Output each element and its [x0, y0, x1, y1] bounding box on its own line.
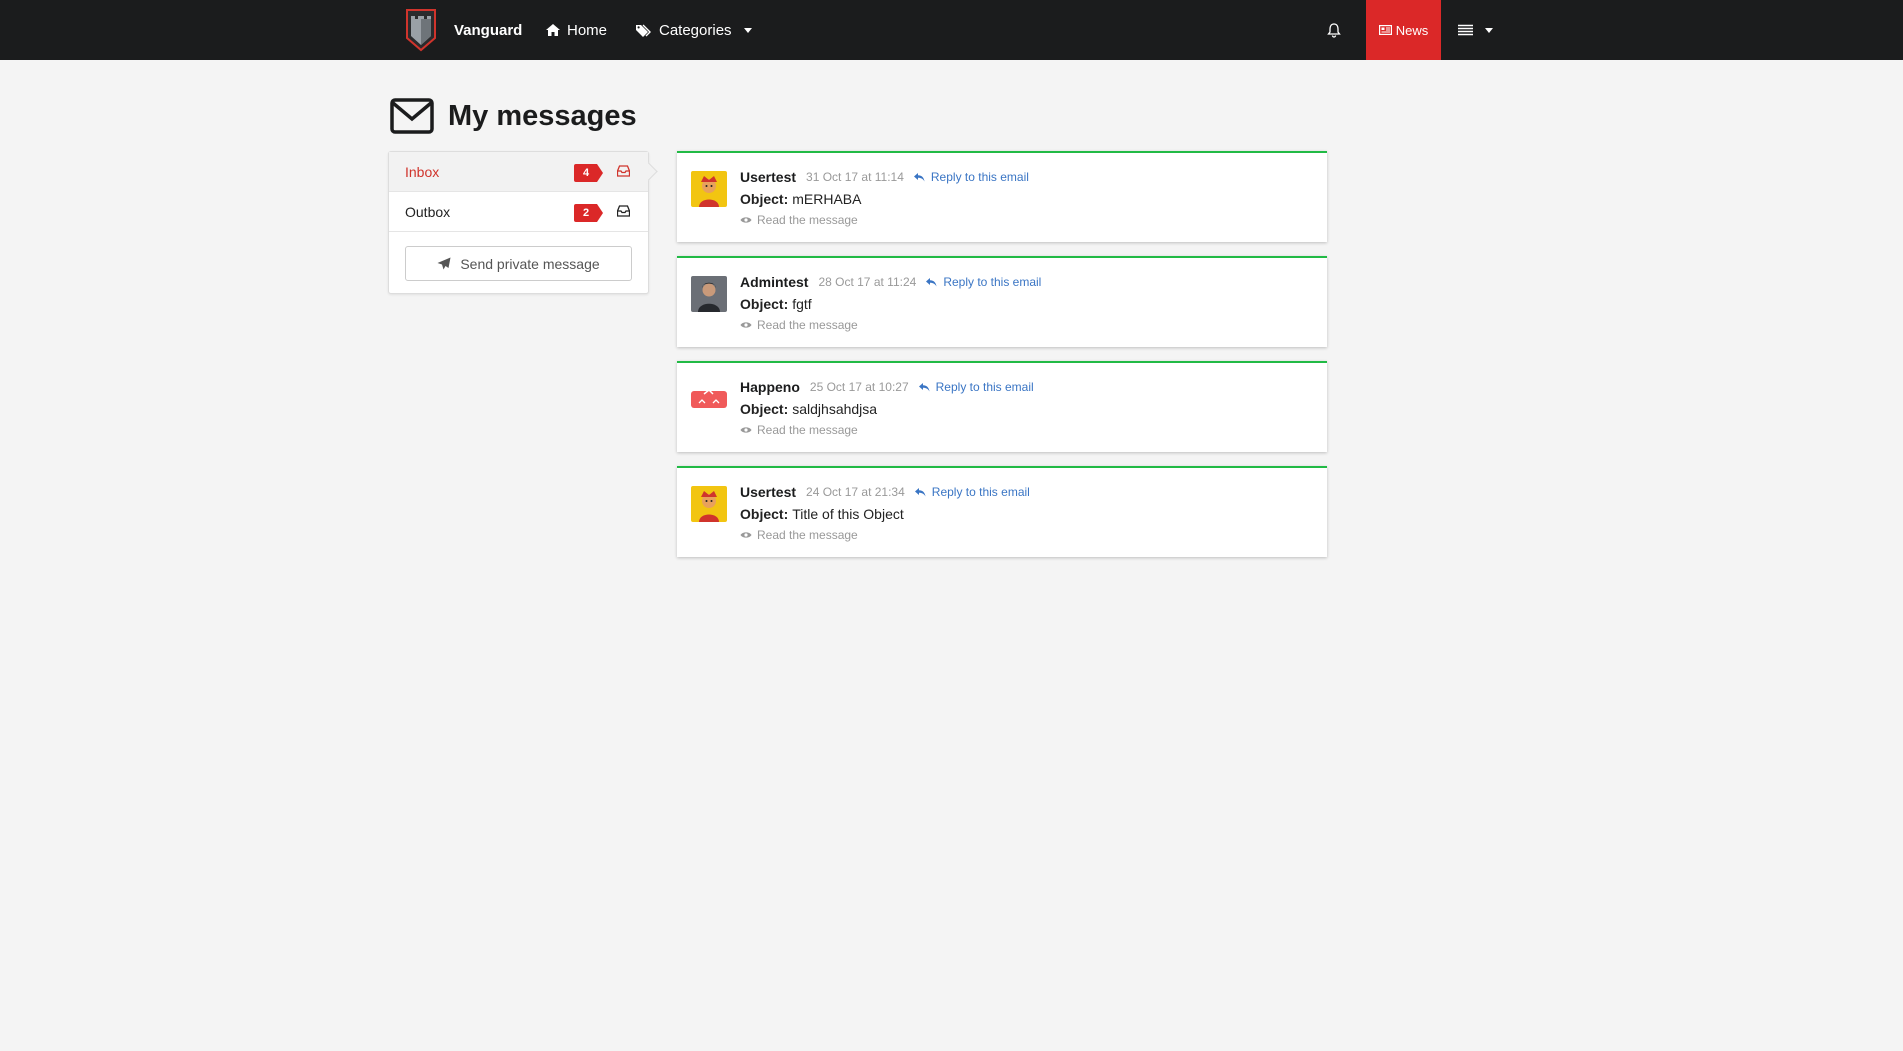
message-sender[interactable]: Usertest	[740, 169, 796, 185]
message-list: Usertest 31 Oct 17 at 11:14 Reply to thi…	[677, 151, 1327, 571]
reply-icon	[918, 382, 930, 392]
object-label: Object:	[740, 296, 789, 312]
reply-label: Reply to this email	[943, 275, 1042, 289]
tags-icon	[636, 24, 652, 37]
message-header: Usertest 24 Oct 17 at 21:34 Reply to thi…	[740, 482, 1313, 502]
nav-home-label: Home	[567, 21, 608, 39]
reply-icon	[913, 172, 925, 182]
notifications-button[interactable]	[1327, 0, 1341, 60]
eye-icon	[740, 216, 752, 224]
message-body: Admintest 28 Oct 17 at 11:24 Reply to th…	[740, 272, 1313, 332]
nav-news-label: News	[1395, 22, 1429, 38]
inbox-count-badge: 4	[574, 164, 604, 182]
inbox-icon	[617, 165, 630, 177]
message-body: Happeno 25 Oct 17 at 10:27 Reply to this…	[740, 377, 1313, 437]
navbar-inner: Vanguard Home Categories News	[0, 0, 1903, 60]
message-body: Usertest 31 Oct 17 at 11:14 Reply to thi…	[740, 167, 1313, 227]
message-object: Object: Title of this Object	[740, 504, 1313, 524]
message-card: Usertest 31 Oct 17 at 11:14 Reply to thi…	[677, 151, 1327, 242]
reply-link[interactable]: Reply to this email	[926, 275, 1041, 289]
reply-link[interactable]: Reply to this email	[918, 380, 1034, 394]
sidebar-item-inbox[interactable]: Inbox 4	[389, 152, 648, 192]
envelope-icon	[390, 98, 434, 134]
read-message-link[interactable]: Read the message	[740, 423, 1313, 437]
user-menu-dropdown[interactable]	[1458, 0, 1493, 60]
sidebar-item-label: Outbox	[405, 203, 451, 220]
send-private-message-button[interactable]: Send private message	[405, 246, 632, 281]
newspaper-icon	[1378, 25, 1392, 35]
object-label: Object:	[740, 401, 789, 417]
read-message-label: Read the message	[757, 318, 858, 332]
reply-icon	[914, 487, 926, 497]
message-card: Usertest 24 Oct 17 at 21:34 Reply to thi…	[677, 466, 1327, 557]
top-navbar: Vanguard Home Categories News	[0, 0, 1903, 60]
object-label: Object:	[740, 191, 789, 207]
chevron-down-icon	[743, 27, 752, 33]
chevron-down-icon	[1485, 27, 1493, 33]
reply-label: Reply to this email	[930, 170, 1029, 184]
eye-icon	[740, 321, 752, 329]
message-header: Admintest 28 Oct 17 at 11:24 Reply to th…	[740, 272, 1313, 292]
page-title: My messages	[448, 99, 637, 132]
message-object: Object: saldjhsahdjsa	[740, 399, 1313, 419]
yellow-character-avatar[interactable]	[691, 486, 727, 522]
inbox-icon	[617, 205, 630, 217]
yellow-character-avatar[interactable]	[691, 171, 727, 207]
brand-name: Vanguard	[454, 21, 523, 39]
castle-shield-logo-icon	[406, 9, 436, 52]
list-icon	[1458, 24, 1473, 36]
nav-news-button[interactable]: News	[1366, 0, 1441, 60]
gray-person-avatar[interactable]	[691, 276, 727, 312]
read-message-label: Read the message	[757, 423, 858, 437]
object-label: Object:	[740, 506, 789, 522]
mailbox-sidebar: Inbox 4 Outbox 2 Send private message	[388, 151, 649, 294]
message-sender[interactable]: Admintest	[740, 274, 808, 290]
message-body: Usertest 24 Oct 17 at 21:34 Reply to thi…	[740, 482, 1313, 542]
message-card: Happeno 25 Oct 17 at 10:27 Reply to this…	[677, 361, 1327, 452]
message-header: Usertest 31 Oct 17 at 11:14 Reply to thi…	[740, 167, 1313, 187]
object-value: mERHABA	[792, 191, 862, 207]
read-message-link[interactable]: Read the message	[740, 528, 1313, 542]
message-card: Admintest 28 Oct 17 at 11:24 Reply to th…	[677, 256, 1327, 347]
object-value: Title of this Object	[792, 506, 904, 522]
reply-label: Reply to this email	[935, 380, 1034, 394]
red-character-avatar[interactable]	[691, 381, 727, 417]
outbox-count-badge: 2	[574, 204, 604, 222]
reply-link[interactable]: Reply to this email	[914, 485, 1030, 499]
read-message-link[interactable]: Read the message	[740, 318, 1313, 332]
send-private-message-label: Send private message	[460, 255, 600, 272]
message-object: Object: fgtf	[740, 294, 1313, 314]
object-value: saldjhsahdjsa	[792, 401, 878, 417]
message-date: 24 Oct 17 at 21:34	[806, 485, 905, 499]
nav-categories-label: Categories	[659, 21, 732, 39]
message-sender[interactable]: Usertest	[740, 484, 796, 500]
home-icon	[546, 24, 560, 36]
sidebar-item-label: Inbox	[405, 163, 440, 180]
message-header: Happeno 25 Oct 17 at 10:27 Reply to this…	[740, 377, 1313, 397]
bell-icon	[1327, 22, 1341, 38]
nav-home[interactable]: Home	[546, 0, 607, 60]
read-message-label: Read the message	[757, 213, 858, 227]
reply-icon	[926, 277, 937, 287]
brand-link[interactable]: Vanguard	[404, 8, 522, 52]
eye-icon	[740, 426, 752, 434]
message-date: 28 Oct 17 at 11:24	[818, 275, 917, 289]
read-message-link[interactable]: Read the message	[740, 213, 1313, 227]
page-header: My messages	[390, 94, 637, 138]
message-object: Object: mERHABA	[740, 189, 1313, 209]
object-value: fgtf	[792, 296, 812, 312]
nav-categories-dropdown[interactable]: Categories	[636, 0, 752, 60]
message-date: 31 Oct 17 at 11:14	[806, 170, 904, 184]
sidebar-item-outbox[interactable]: Outbox 2	[389, 192, 648, 232]
paper-plane-icon	[437, 257, 451, 270]
message-date: 25 Oct 17 at 10:27	[809, 380, 909, 394]
message-sender[interactable]: Happeno	[740, 379, 800, 395]
read-message-label: Read the message	[757, 528, 858, 542]
eye-icon	[740, 531, 752, 539]
reply-label: Reply to this email	[931, 485, 1030, 499]
reply-link[interactable]: Reply to this email	[913, 170, 1029, 184]
